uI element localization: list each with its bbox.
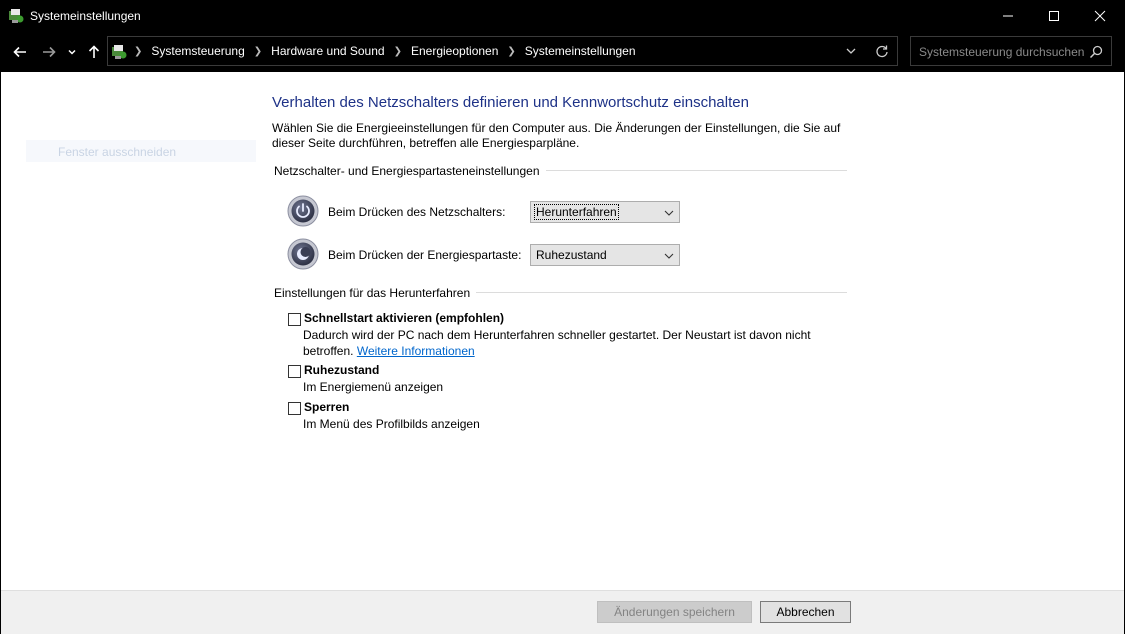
chevron-down-icon [68,49,76,55]
navigation-bar: ❯ Systemsteuerung ❯ Hardware und Sound ❯… [0,32,1125,72]
hibernate-checkbox[interactable] [288,365,301,378]
up-button[interactable] [82,40,106,64]
power-button-select[interactable]: Herunterfahren [530,201,680,223]
sidebar-item-label: Fenster ausschneiden [58,145,177,159]
breadcrumb: ❯ Systemsteuerung ❯ Hardware und Sound ❯… [134,44,636,58]
control-panel-icon [9,9,24,23]
maximize-icon [1049,11,1059,21]
close-icon [1094,10,1106,22]
address-dropdown-icon[interactable] [845,45,857,57]
sleep-button-select-value: Ruhezustand [536,248,607,262]
minimize-icon [1003,15,1013,17]
chevron-right-icon: ❯ [253,45,263,57]
power-button-select-value: Herunterfahren [534,204,619,220]
fast-startup-checkbox[interactable] [288,313,301,326]
breadcrumb-item[interactable]: Systemsteuerung [151,44,244,58]
control-panel-icon [112,45,127,59]
sleep-button-label: Beim Drücken der Energiespartaste: [328,248,522,262]
breadcrumb-item[interactable]: Energieoptionen [411,44,498,58]
sleep-button-select[interactable]: Ruhezustand [530,244,680,266]
address-bar[interactable]: ❯ Systemsteuerung ❯ Hardware und Sound ❯… [107,36,898,66]
hibernate-title: Ruhezustand [304,363,380,377]
breadcrumb-item[interactable]: Systemeinstellungen [525,44,636,58]
chevron-right-icon: ❯ [507,45,516,57]
arrow-up-icon [88,45,100,58]
search-icon[interactable] [1089,45,1103,59]
refresh-icon[interactable] [875,44,889,58]
arrow-right-icon [43,46,56,58]
chevron-down-icon [664,253,674,259]
lock-checkbox[interactable] [288,402,301,415]
chevron-down-icon [664,210,674,216]
fast-startup-description: Dadurch wird der PC nach dem Herunterfah… [303,327,823,359]
back-button[interactable] [8,40,32,64]
power-button-label: Beim Drücken des Netzschalters: [328,205,506,219]
lock-description: Im Menü des Profilbilds anzeigen [303,417,480,431]
footer: Änderungen speichern Abbrechen [1,590,1124,634]
close-button[interactable] [1077,0,1123,32]
sleep-button-icon [287,238,319,270]
maximize-button[interactable] [1031,0,1077,32]
cancel-button[interactable]: Abbrechen [760,601,851,623]
chevron-right-icon: ❯ [393,45,402,57]
sidebar-item[interactable]: Fenster ausschneiden [26,140,256,162]
hibernate-description: Im Energiemenü anzeigen [303,380,444,394]
page-title: Verhalten des Netzschalters definieren u… [272,94,749,111]
arrow-left-icon [13,46,26,58]
breadcrumb-item[interactable]: Hardware und Sound [271,44,384,58]
fast-startup-title: Schnellstart aktivieren (empfohlen) [304,311,505,325]
minimize-button[interactable] [985,0,1031,32]
forward-button[interactable] [37,40,61,64]
save-changes-button[interactable]: Änderungen speichern [597,601,752,623]
content-area: Fenster ausschneiden Verhalten des Netzs… [1,72,1124,590]
recent-locations-button[interactable] [62,40,82,64]
more-info-link[interactable]: Weitere Informationen [357,344,475,358]
power-button-icon [287,195,319,227]
group-label-shutdown: Einstellungen für das Herunterfahren [274,286,477,300]
title-bar: Systemeinstellungen [0,0,1125,32]
search-box[interactable]: Systemsteuerung durchsuchen [910,36,1112,66]
group-label-power: Netzschalter- und Energiespartasteneinst… [274,164,546,178]
page-description: Wählen Sie die Energieeinstellungen für … [272,121,841,150]
lock-title: Sperren [304,400,350,414]
search-input[interactable]: Systemsteuerung durchsuchen [919,45,1084,59]
window-title: Systemeinstellungen [30,9,141,23]
chevron-right-icon: ❯ [134,45,143,57]
